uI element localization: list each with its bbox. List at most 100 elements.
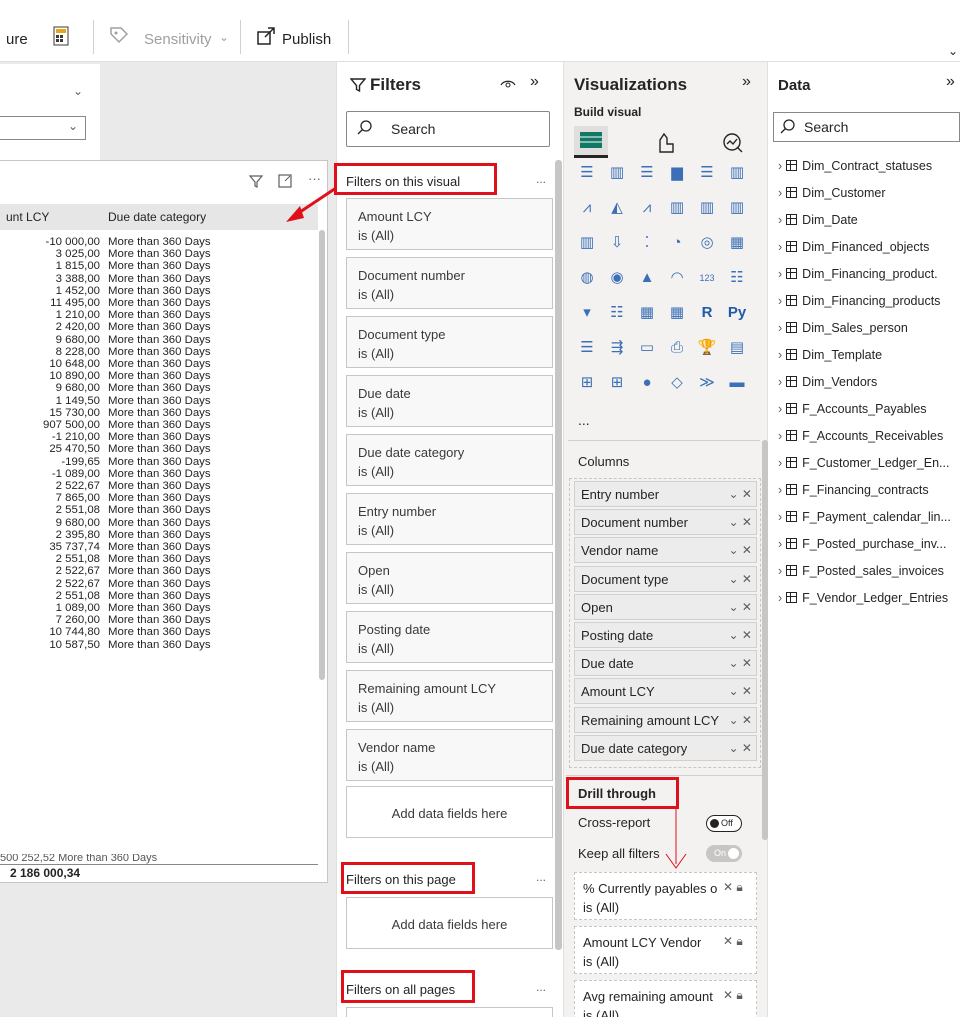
- visual-type-icon[interactable]: ⊞: [576, 372, 598, 394]
- drill-through-card[interactable]: Avg remaining amount ✕ 🔒︎ is (All): [574, 980, 757, 1017]
- visual-type-icon[interactable]: ◭: [606, 197, 628, 219]
- visual-type-icon[interactable]: ◔: [666, 232, 688, 254]
- table-row[interactable]: 2 522,67 More than 360 Days: [0, 480, 310, 492]
- add-page-filter-dropzone[interactable]: Add data fields here: [346, 897, 553, 949]
- table-row[interactable]: 25 470,50 More than 360 Days: [0, 443, 310, 455]
- visual-type-icon[interactable]: ⇩: [606, 232, 628, 254]
- table-row[interactable]: 1 815,00 More than 360 Days: [0, 260, 310, 272]
- visual-type-icon[interactable]: ☰: [576, 337, 598, 359]
- visual-type-icon[interactable]: ⊞: [606, 372, 628, 394]
- table-row[interactable]: 2 395,80 More than 360 Days: [0, 529, 310, 541]
- data-table-item[interactable]: › Dim_Financing_products: [778, 294, 940, 312]
- column-field-well[interactable]: Due date ⌄ ✕: [574, 650, 757, 677]
- format-visual-icon[interactable]: [652, 130, 678, 161]
- visual-type-icon[interactable]: ▥: [666, 197, 688, 219]
- visual-type-icon[interactable]: Py: [726, 302, 748, 324]
- table-row[interactable]: 35 737,74 More than 360 Days: [0, 541, 310, 553]
- data-table-item[interactable]: › F_Accounts_Payables: [778, 402, 927, 420]
- table-row[interactable]: 2 551,08 More than 360 Days: [0, 504, 310, 516]
- filter-card[interactable]: Vendor name is (All): [346, 729, 553, 781]
- data-search-input[interactable]: Search: [773, 112, 960, 142]
- table-row[interactable]: 10 744,80 More than 360 Days: [0, 626, 310, 638]
- filter-card[interactable]: Posting date is (All): [346, 611, 553, 663]
- field-controls-icon[interactable]: ⌄ ✕: [729, 515, 752, 529]
- keep-all-filters-toggle[interactable]: On: [706, 845, 742, 862]
- table-row[interactable]: 8 228,00 More than 360 Days: [0, 346, 310, 358]
- filter-card[interactable]: Due date category is (All): [346, 434, 553, 486]
- visual-type-icon[interactable]: ▭: [636, 337, 658, 359]
- collapse-data-icon[interactable]: »: [946, 73, 955, 91]
- visual-type-icon[interactable]: ▥: [726, 162, 748, 184]
- ribbon-partial-label[interactable]: ure: [6, 31, 28, 48]
- data-table-item[interactable]: › Dim_Financed_objects: [778, 240, 929, 258]
- table-row[interactable]: -1 089,00 More than 360 Days: [0, 468, 310, 480]
- data-table-item[interactable]: › Dim_Date: [778, 213, 858, 231]
- table-row[interactable]: 1 149,50 More than 360 Days: [0, 395, 310, 407]
- chevron-down-icon[interactable]: ⌄: [73, 84, 83, 98]
- filter-card-partial[interactable]: [346, 1007, 553, 1017]
- data-table-item[interactable]: › Dim_Customer: [778, 186, 886, 204]
- filter-card[interactable]: Document number is (All): [346, 257, 553, 309]
- visual-type-icon[interactable]: ▥: [726, 197, 748, 219]
- remove-lock-icon[interactable]: ✕ 🔒︎: [723, 934, 743, 949]
- column-field-well[interactable]: Remaining amount LCY ⌄ ✕: [574, 706, 757, 733]
- eye-icon[interactable]: [500, 77, 516, 96]
- field-controls-icon[interactable]: ⌄ ✕: [729, 572, 752, 586]
- slicer-dropdown[interactable]: ⌄: [0, 116, 86, 140]
- visual-type-icon[interactable]: ▦: [726, 232, 748, 254]
- table-row[interactable]: 3 388,00 More than 360 Days: [0, 273, 310, 285]
- visual-type-icon[interactable]: ▤: [726, 337, 748, 359]
- table-row[interactable]: 2 551,08 More than 360 Days: [0, 553, 310, 565]
- visual-type-icon[interactable]: ▥: [606, 162, 628, 184]
- table-row[interactable]: 1 452,00 More than 360 Days: [0, 285, 310, 297]
- visual-type-icon[interactable]: ▬: [726, 372, 748, 394]
- visual-type-icon[interactable]: ◉: [606, 267, 628, 289]
- table-row[interactable]: -10 000,00 More than 360 Days: [0, 236, 310, 248]
- column-header-due-date-category[interactable]: Due date category: [108, 210, 206, 224]
- data-table-item[interactable]: › F_Posted_sales_invoices: [778, 564, 944, 582]
- table-row[interactable]: 7 260,00 More than 360 Days: [0, 614, 310, 626]
- column-field-well[interactable]: Posting date ⌄ ✕: [574, 622, 757, 648]
- visual-type-icon[interactable]: ▥: [696, 197, 718, 219]
- visual-type-icon[interactable]: ⩘: [576, 197, 598, 219]
- field-controls-icon[interactable]: ⌄ ✕: [729, 600, 752, 614]
- visual-type-icon[interactable]: ▥: [576, 232, 598, 254]
- column-field-well[interactable]: Document number ⌄ ✕: [574, 509, 757, 536]
- data-table-item[interactable]: › F_Posted_purchase_inv...: [778, 537, 946, 555]
- table-row[interactable]: 2 551,08 More than 360 Days: [0, 590, 310, 602]
- ribbon-expand-icon[interactable]: ⌄: [948, 44, 958, 58]
- visual-type-icon[interactable]: ☰: [636, 162, 658, 184]
- more-options-icon[interactable]: ...: [536, 870, 546, 884]
- filter-card[interactable]: Remaining amount LCY is (All): [346, 670, 553, 722]
- field-controls-icon[interactable]: ⌄ ✕: [729, 628, 752, 642]
- visual-type-icon[interactable]: ▲: [636, 267, 658, 289]
- data-table-item[interactable]: › F_Financing_contracts: [778, 483, 929, 501]
- table-row[interactable]: 9 680,00 More than 360 Days: [0, 382, 310, 394]
- filter-card[interactable]: Due date is (All): [346, 375, 553, 427]
- table-row[interactable]: 2 420,00 More than 360 Days: [0, 321, 310, 333]
- collapse-visualizations-icon[interactable]: »: [742, 73, 751, 91]
- visual-type-icon[interactable]: ⩘: [636, 197, 658, 219]
- table-row[interactable]: 15 730,00 More than 360 Days: [0, 407, 310, 419]
- field-controls-icon[interactable]: ⌄ ✕: [729, 713, 752, 727]
- more-options-icon[interactable]: ...: [536, 172, 546, 186]
- visual-type-icon[interactable]: ⁚: [636, 232, 658, 254]
- cross-report-toggle[interactable]: Off: [706, 815, 742, 832]
- remove-lock-icon[interactable]: ✕ 🔒︎: [723, 988, 743, 1003]
- visual-type-icon[interactable]: ▆: [666, 162, 688, 184]
- data-table-item[interactable]: › F_Customer_Ledger_En...: [778, 456, 949, 474]
- table-row[interactable]: 11 495,00 More than 360 Days: [0, 297, 310, 309]
- visual-type-icon[interactable]: ▦: [636, 302, 658, 324]
- table-row[interactable]: 2 522,67 More than 360 Days: [0, 578, 310, 590]
- visual-type-icon[interactable]: ◎: [696, 232, 718, 254]
- drill-through-card[interactable]: Amount LCY Vendor ✕ 🔒︎ is (All): [574, 926, 757, 974]
- column-field-well[interactable]: Amount LCY ⌄ ✕: [574, 678, 757, 705]
- data-table-item[interactable]: › Dim_Template: [778, 348, 882, 366]
- field-controls-icon[interactable]: ⌄ ✕: [729, 684, 752, 698]
- column-field-well[interactable]: Open ⌄ ✕: [574, 593, 757, 620]
- table-row[interactable]: 10 890,00 More than 360 Days: [0, 370, 310, 382]
- calculator-icon[interactable]: [52, 26, 70, 46]
- visual-type-icon[interactable]: ☷: [726, 267, 748, 289]
- column-field-well[interactable]: Document type ⌄ ✕: [574, 565, 757, 592]
- publish-button[interactable]: Publish: [282, 31, 331, 48]
